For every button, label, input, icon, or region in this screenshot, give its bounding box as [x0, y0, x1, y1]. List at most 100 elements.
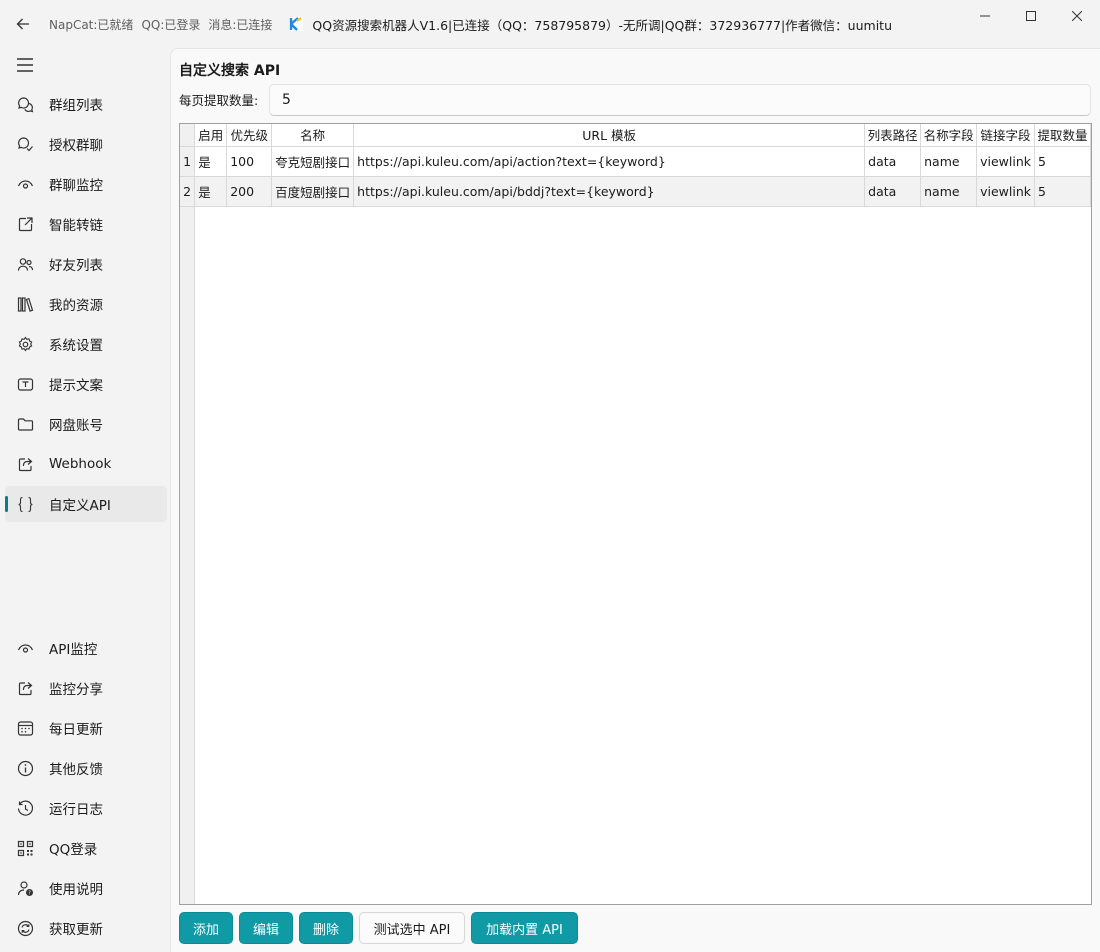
cell-name[interactable]: 百度短剧接口	[271, 176, 355, 207]
sidebar-item-my-resources[interactable]: 我的资源	[5, 286, 167, 322]
per-page-label: 每页提取数量:	[179, 93, 259, 108]
api-table: 启用 优先级 名称 URL 模板 列表路径 名称字段 链接字段 提取数量 1 是…	[179, 123, 1092, 905]
table-row[interactable]: 2 是 200 百度短剧接口 https://api.kuleu.com/api…	[180, 176, 1091, 207]
maximize-button[interactable]	[1008, 0, 1054, 32]
sidebar-item-daily-update[interactable]: 每日更新	[5, 710, 167, 746]
calendar-icon	[16, 719, 34, 737]
sidebar-item-prompt-text[interactable]: 提示文案	[5, 366, 167, 402]
cell-name-field[interactable]: name	[920, 146, 978, 177]
sidebar-item-monitor-share[interactable]: 监控分享	[5, 670, 167, 706]
message-status: 消息:已连接	[208, 17, 273, 32]
sidebar-item-label: 群组列表	[49, 98, 103, 114]
row-number[interactable]: 2	[180, 176, 196, 207]
close-icon	[1072, 11, 1082, 21]
cell-link-field[interactable]: viewlink	[976, 176, 1035, 207]
app-title: QQ资源搜索机器人V1.6|已连接（QQ：758795879）-无所调|QQ群：…	[312, 17, 893, 33]
external-link-icon	[16, 215, 34, 233]
cell-enabled[interactable]: 是	[194, 176, 228, 207]
sync-icon	[16, 919, 34, 937]
sidebar-item-label: 自定义API	[49, 498, 111, 514]
sidebar-item-groups[interactable]: 群组列表	[5, 86, 167, 122]
test-selected-api-button[interactable]: 测试选中 API	[359, 912, 465, 944]
cell-url-template[interactable]: https://api.kuleu.com/api/bddj?text={key…	[353, 176, 866, 207]
column-header-enabled[interactable]: 启用	[194, 124, 228, 147]
sidebar-item-label: QQ登录	[49, 842, 98, 858]
sidebar-item-label: 授权群聊	[49, 138, 103, 154]
info-icon	[16, 759, 34, 777]
per-page-input[interactable]: 5	[269, 84, 1091, 116]
cell-fetch-count[interactable]: 5	[1034, 146, 1091, 177]
add-button[interactable]: 添加	[179, 912, 233, 944]
braces-icon	[16, 495, 34, 513]
cell-url-template[interactable]: https://api.kuleu.com/api/action?text={k…	[353, 146, 866, 177]
sidebar-item-label: 其他反馈	[49, 762, 103, 778]
sidebar-item-authorized-groups[interactable]: 授权群聊	[5, 126, 167, 162]
sidebar-item-group-monitor[interactable]: 群聊监控	[5, 166, 167, 202]
column-header-fetch-count[interactable]: 提取数量	[1034, 124, 1091, 147]
sidebar-item-label: 监控分享	[49, 682, 103, 698]
sidebar-item-api-monitor[interactable]: API监控	[5, 630, 167, 666]
sidebar-item-instructions[interactable]: ? 使用说明	[5, 870, 167, 906]
cell-link-field[interactable]: viewlink	[976, 146, 1035, 177]
eye-icon	[16, 175, 34, 193]
column-header-priority[interactable]: 优先级	[226, 124, 273, 147]
sidebar-item-smart-link[interactable]: 智能转链	[5, 206, 167, 242]
sidebar-item-label: 获取更新	[49, 922, 103, 938]
cell-fetch-count[interactable]: 5	[1034, 176, 1091, 207]
share-icon	[16, 455, 34, 473]
minimize-button[interactable]	[962, 0, 1008, 32]
api-table-grid: 启用 优先级 名称 URL 模板 列表路径 名称字段 链接字段 提取数量 1 是…	[180, 124, 1091, 207]
cell-list-path[interactable]: data	[864, 176, 922, 207]
sidebar-item-label: 使用说明	[49, 882, 103, 898]
cell-list-path[interactable]: data	[864, 146, 922, 177]
sidebar-item-label: 运行日志	[49, 802, 103, 818]
sidebar-item-label: 系统设置	[49, 338, 103, 354]
page-title: 自定义搜索 API	[179, 63, 281, 79]
close-button[interactable]	[1054, 0, 1100, 32]
sidebar-item-settings[interactable]: 系统设置	[5, 326, 167, 362]
sidebar-item-feedback[interactable]: 其他反馈	[5, 750, 167, 786]
history-icon	[16, 799, 34, 817]
sidebar-item-cloud-accounts[interactable]: 网盘账号	[5, 406, 167, 442]
sidebar-item-label: 智能转链	[49, 218, 103, 234]
eye-icon	[16, 639, 34, 657]
column-header-list-path[interactable]: 列表路径	[864, 124, 922, 147]
sidebar-item-run-log[interactable]: 运行日志	[5, 790, 167, 826]
menu-toggle-button[interactable]	[14, 54, 36, 76]
table-header-row: 启用 优先级 名称 URL 模板 列表路径 名称字段 链接字段 提取数量	[180, 124, 1091, 147]
cell-name[interactable]: 夸克短剧接口	[271, 146, 355, 177]
window-controls	[962, 0, 1100, 32]
cell-priority[interactable]: 200	[226, 176, 273, 207]
cell-name-field[interactable]: name	[920, 176, 978, 207]
sidebar-item-get-update[interactable]: 获取更新	[5, 910, 167, 946]
cell-priority[interactable]: 100	[226, 146, 273, 177]
column-header-link-field[interactable]: 链接字段	[976, 124, 1035, 147]
column-header-name[interactable]: 名称	[271, 124, 355, 147]
sidebar-item-custom-api[interactable]: 自定义API	[5, 486, 167, 522]
column-header-url-template[interactable]: URL 模板	[353, 124, 866, 147]
sidebar-item-friends[interactable]: 好友列表	[5, 246, 167, 282]
table-row[interactable]: 1 是 100 夸克短剧接口 https://api.kuleu.com/api…	[180, 146, 1091, 177]
chat-bubbles-icon	[16, 95, 34, 113]
sidebar-item-webhook[interactable]: Webhook	[5, 446, 167, 482]
sidebar-item-label: 每日更新	[49, 722, 103, 738]
edit-button[interactable]: 编辑	[239, 912, 293, 944]
maximize-icon	[1026, 11, 1036, 21]
svg-text:?: ?	[28, 890, 31, 896]
cell-enabled[interactable]: 是	[194, 146, 228, 177]
column-header-name-field[interactable]: 名称字段	[920, 124, 978, 147]
share-icon	[16, 679, 34, 697]
corner-cell[interactable]	[180, 124, 196, 147]
sidebar-item-label: 我的资源	[49, 298, 103, 314]
text-box-icon	[16, 375, 34, 393]
sidebar-item-qq-login[interactable]: QQ登录	[5, 830, 167, 866]
row-number[interactable]: 1	[180, 146, 196, 177]
load-builtin-api-button[interactable]: 加载内置 API	[471, 912, 578, 944]
gear-icon	[16, 335, 34, 353]
qr-code-icon	[16, 839, 34, 857]
app-logo-icon	[289, 17, 304, 31]
delete-button[interactable]: 删除	[299, 912, 353, 944]
help-person-icon: ?	[16, 879, 34, 897]
minimize-icon	[980, 15, 990, 17]
back-button[interactable]	[0, 0, 46, 48]
